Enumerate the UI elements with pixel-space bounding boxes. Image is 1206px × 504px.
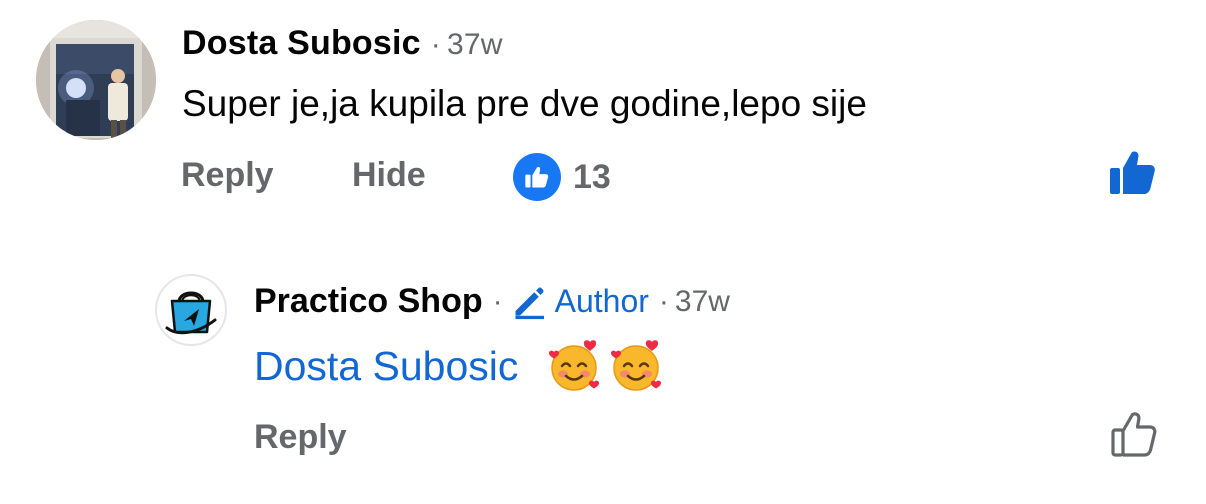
thumbs-up-badge-icon bbox=[513, 153, 561, 201]
author-badge: Author bbox=[511, 283, 649, 320]
mention-link[interactable]: Dosta Subosic bbox=[254, 343, 518, 390]
author-badge-label: Author bbox=[554, 283, 649, 319]
smiling-face-with-hearts-icon bbox=[611, 340, 662, 391]
comment-timestamp[interactable]: 37w bbox=[447, 28, 503, 61]
comment-text: Super je,ja kupila pre dve godine,lepo s… bbox=[182, 83, 867, 124]
profile-photo bbox=[36, 20, 156, 140]
comment-header: Dosta Subosic · 37w bbox=[182, 24, 503, 63]
comment-author-name[interactable]: Dosta Subosic bbox=[182, 24, 421, 62]
reaction-summary[interactable]: 13 bbox=[513, 153, 611, 201]
thumbs-up-filled-icon bbox=[1110, 151, 1155, 194]
separator-dot: · bbox=[492, 284, 503, 318]
reply-button[interactable]: Reply bbox=[254, 418, 347, 457]
smiling-face-with-hearts-icon bbox=[549, 340, 600, 391]
thumbs-up-outline-icon bbox=[1111, 412, 1157, 457]
separator-dot: · bbox=[658, 284, 669, 318]
reply-header: Practico Shop · Author · 37w bbox=[254, 282, 730, 321]
reaction-count: 13 bbox=[573, 157, 611, 196]
shopping-bag-logo-icon bbox=[165, 291, 217, 335]
reply-button[interactable]: Reply bbox=[181, 156, 274, 195]
reply-author-name[interactable]: Practico Shop bbox=[254, 282, 483, 321]
avatar[interactable] bbox=[36, 20, 156, 140]
like-button[interactable] bbox=[1110, 410, 1158, 458]
avatar[interactable] bbox=[155, 274, 227, 346]
pencil-icon bbox=[515, 287, 544, 319]
reply-timestamp[interactable]: 37w bbox=[675, 285, 730, 319]
separator-dot: · bbox=[430, 28, 441, 61]
reply-text: Dosta Subosic bbox=[254, 338, 664, 394]
like-button[interactable] bbox=[1108, 148, 1158, 196]
hide-button[interactable]: Hide bbox=[352, 156, 426, 195]
